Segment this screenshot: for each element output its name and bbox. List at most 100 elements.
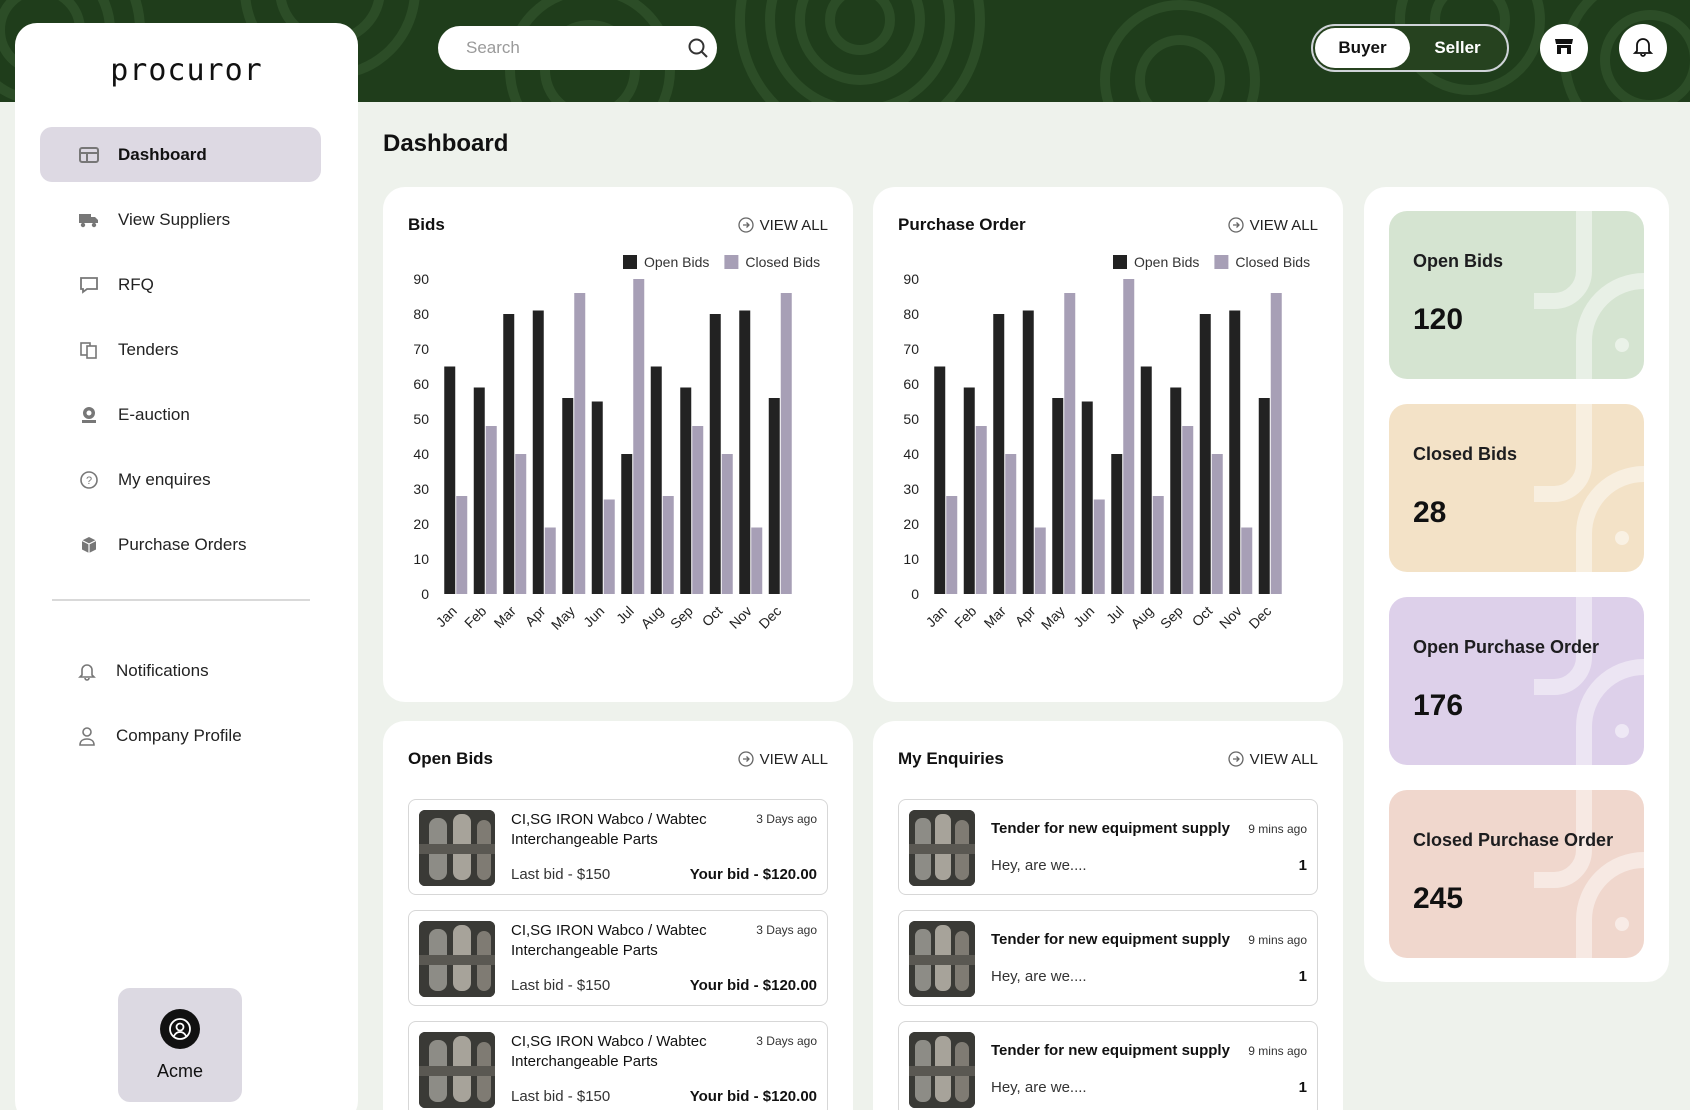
bid-title: CI,SG IRON Wabco / Wabtec Interchangeabl… bbox=[511, 1033, 707, 1070]
search-input[interactable] bbox=[466, 38, 687, 58]
x-tick-label: Nov bbox=[1216, 603, 1245, 632]
list-item[interactable]: Tender for new equipment supply 9 mins a… bbox=[898, 1021, 1318, 1110]
view-all-enquiries-link[interactable]: VIEW ALL bbox=[1227, 751, 1318, 768]
sidebar-item-dashboard[interactable]: Dashboard bbox=[40, 127, 321, 182]
sidebar-item-company-profile[interactable]: Company Profile bbox=[40, 708, 321, 763]
stat-card-open-bids[interactable]: Open Bids 120 bbox=[1389, 211, 1644, 379]
sidebar-item-view-suppliers[interactable]: View Suppliers bbox=[40, 192, 321, 247]
sidebar-item-purchase-orders[interactable]: Purchase Orders bbox=[40, 517, 321, 572]
bar-closed bbox=[1241, 527, 1253, 594]
enquiry-thumbnail bbox=[909, 1032, 975, 1108]
x-tick-label: Sep bbox=[667, 603, 696, 632]
bar-open bbox=[1022, 310, 1034, 594]
stat-card-closed-purchase-order[interactable]: Closed Purchase Order 245 bbox=[1389, 790, 1644, 958]
sidebar-item-e-auction[interactable]: E-auction bbox=[40, 387, 321, 442]
bar-open bbox=[963, 387, 975, 594]
sidebar-item-tenders[interactable]: Tenders bbox=[40, 322, 321, 377]
x-tick-label: Oct bbox=[699, 603, 726, 630]
bell-icon bbox=[1632, 35, 1654, 62]
bar-closed bbox=[544, 527, 556, 594]
table-icon bbox=[78, 144, 100, 166]
sidebar-item-notifications[interactable]: Notifications bbox=[40, 643, 321, 698]
sidebar-item-label: My enquires bbox=[118, 469, 211, 489]
list-item[interactable]: Tender for new equipment supply 9 mins a… bbox=[898, 910, 1318, 1006]
enquiry-message: Hey, are we.... bbox=[991, 1079, 1087, 1096]
bar-closed bbox=[721, 454, 733, 594]
stat-value: 245 bbox=[1413, 882, 1464, 915]
y-tick-label: 90 bbox=[903, 271, 919, 287]
truck-icon bbox=[78, 209, 100, 231]
enquiry-title: Tender for new equipment supply bbox=[991, 820, 1230, 837]
stat-value: 120 bbox=[1413, 303, 1464, 336]
enquiries-list: Tender for new equipment supply 9 mins a… bbox=[898, 799, 1318, 1110]
x-tick-label: Jul bbox=[613, 603, 637, 627]
list-item[interactable]: CI,SG IRON Wabco / Wabtec Interchangeabl… bbox=[408, 910, 828, 1006]
bar-open bbox=[768, 398, 780, 594]
buyer-role-button[interactable]: Buyer bbox=[1315, 28, 1410, 68]
sidebar-item-label: Company Profile bbox=[116, 725, 242, 745]
store-button[interactable] bbox=[1540, 24, 1588, 72]
enquiry-title: Tender for new equipment supply bbox=[991, 1042, 1230, 1059]
bar-open bbox=[680, 387, 692, 594]
x-tick-label: Jun bbox=[1070, 603, 1097, 630]
logo[interactable]: procuror bbox=[15, 53, 358, 88]
x-tick-label: Aug bbox=[1127, 603, 1156, 632]
stat-value: 176 bbox=[1413, 689, 1464, 722]
account-switcher[interactable]: Acme bbox=[118, 988, 242, 1102]
bid-time: 3 Days ago bbox=[756, 923, 817, 937]
bar-open bbox=[1140, 366, 1152, 594]
legend-label: Closed Bids bbox=[745, 254, 820, 270]
legend-swatch bbox=[724, 255, 739, 269]
sidebar-item-label: View Suppliers bbox=[118, 209, 231, 229]
enquiry-title: Tender for new equipment supply bbox=[991, 931, 1230, 948]
sidebar-item-my-enquires[interactable]: ? My enquires bbox=[40, 452, 321, 507]
bar-open bbox=[993, 314, 1005, 594]
list-item[interactable]: CI,SG IRON Wabco / Wabtec Interchangeabl… bbox=[408, 799, 828, 895]
stat-card-closed-bids[interactable]: Closed Bids 28 bbox=[1389, 404, 1644, 572]
y-tick-label: 60 bbox=[903, 376, 919, 392]
notifications-button[interactable] bbox=[1619, 24, 1667, 72]
y-tick-label: 10 bbox=[413, 551, 429, 567]
x-tick-label: Jun bbox=[580, 603, 607, 630]
purchase-order-chart-card: Purchase Order VIEW ALL Open Bids Closed … bbox=[873, 187, 1343, 702]
unread-count: 1 bbox=[1298, 857, 1307, 874]
x-tick-label: Aug bbox=[637, 603, 666, 632]
bar-closed bbox=[1034, 527, 1046, 594]
view-all-open-bids-link[interactable]: VIEW ALL bbox=[737, 751, 828, 768]
x-tick-label: Mar bbox=[980, 603, 1009, 632]
y-tick-label: 50 bbox=[413, 411, 429, 427]
sidebar: procuror Dashboard View Suppliers RFQ Te… bbox=[15, 23, 358, 1110]
y-tick-label: 50 bbox=[903, 411, 919, 427]
unread-count: 1 bbox=[1298, 1079, 1307, 1096]
open-bids-list: CI,SG IRON Wabco / Wabtec Interchangeabl… bbox=[408, 799, 828, 1110]
bar-open bbox=[934, 366, 946, 594]
seller-role-button[interactable]: Seller bbox=[1410, 28, 1505, 68]
bar-closed bbox=[603, 499, 615, 594]
bar-closed bbox=[574, 293, 586, 594]
bar-closed bbox=[456, 496, 468, 594]
bids-chart-card: Bids VIEW ALL Open Bids Closed Bids 0 10 20 3… bbox=[383, 187, 853, 702]
user-circle-icon bbox=[169, 1017, 191, 1040]
sidebar-nav: Dashboard View Suppliers RFQ Tenders E-a… bbox=[40, 127, 321, 582]
auction-icon bbox=[78, 404, 100, 426]
your-bid: Your bid - $120.00 bbox=[689, 866, 817, 883]
sidebar-item-rfq[interactable]: RFQ bbox=[40, 257, 321, 312]
x-tick-label: Apr bbox=[522, 603, 549, 630]
product-thumbnail bbox=[419, 810, 495, 886]
question-icon: ? bbox=[78, 469, 100, 491]
search-box[interactable] bbox=[438, 26, 717, 70]
search-icon[interactable] bbox=[687, 36, 709, 60]
stat-card-open-purchase-order[interactable]: Open Purchase Order 176 bbox=[1389, 597, 1644, 765]
bar-open bbox=[1052, 398, 1064, 594]
bids-bar-chart: Open Bids Closed Bids 0 10 20 30 40 50 60 70 80 90 J… bbox=[413, 254, 820, 633]
bar-closed bbox=[780, 293, 792, 594]
bar-closed bbox=[1064, 293, 1076, 594]
role-toggle[interactable]: Buyer Seller bbox=[1311, 24, 1509, 72]
last-bid: Last bid - $150 bbox=[511, 977, 611, 994]
bar-closed bbox=[1123, 279, 1135, 594]
y-tick-label: 40 bbox=[903, 446, 919, 462]
bar-open bbox=[532, 310, 544, 594]
list-item[interactable]: CI,SG IRON Wabco / Wabtec Interchangeabl… bbox=[408, 1021, 828, 1110]
x-tick-label: Feb bbox=[951, 603, 980, 632]
list-item[interactable]: Tender for new equipment supply 9 mins a… bbox=[898, 799, 1318, 895]
